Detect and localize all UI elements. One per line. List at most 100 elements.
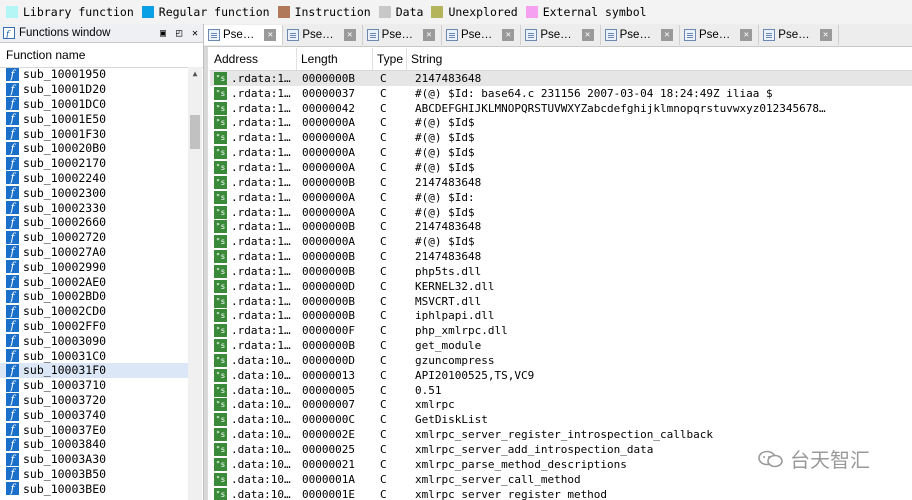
string-row[interactable]: "s .rdata:1… 00000037 C #(@) $Id: base64.c 2… <box>210 86 912 101</box>
string-row[interactable]: "s .rdata:1… 0000000A C #(@) $Id: <box>210 190 912 205</box>
string-row[interactable]: "s .data:10… 0000000D Cgzuncompress <box>210 353 912 368</box>
tab-pseudocode[interactable]: Pse… ✕ <box>759 25 839 45</box>
string-row[interactable]: "s .rdata:1… 0000000B C MSVCRT.dll <box>210 294 912 309</box>
function-list-item[interactable]: f sub_10002AE0 <box>0 274 188 289</box>
function-list-item[interactable]: f sub_10003A30 <box>0 452 188 467</box>
string-address: .rdata:1… <box>231 160 291 174</box>
string-value: #(@) $Id$ <box>415 146 475 160</box>
string-row[interactable]: "s .data:10… 0000000C C GetDiskList <box>210 412 912 427</box>
function-list-item[interactable]: f sub_10001D20 <box>0 82 188 97</box>
string-icon: "s <box>214 131 227 145</box>
function-name-column-header[interactable]: Function name <box>0 43 203 68</box>
function-list-item[interactable]: f sub_10002720 <box>0 230 188 245</box>
function-icon: f <box>6 349 19 363</box>
string-type: C <box>380 383 387 397</box>
tab-pseudocode[interactable]: Pse… ✕ <box>680 25 760 45</box>
function-list-item[interactable]: f sub_10003B50 <box>0 467 188 482</box>
string-row[interactable]: "s .rdata:1… 0000000A C #(@) $Id$ <box>210 234 912 249</box>
type-column-header[interactable]: Type <box>373 48 407 70</box>
close-icon[interactable]: ✕ <box>819 29 832 41</box>
string-row[interactable]: "s .data:10… 00000013 C API20100525,TS,VC9 <box>210 368 912 383</box>
string-row[interactable]: "s .data:10… 0000002E Cxmlrpc_server_regist… <box>210 427 912 442</box>
function-list-item[interactable]: f sub_10003090 <box>0 333 188 348</box>
tab-pseudocode[interactable]: Pse… ✕ <box>363 25 442 45</box>
function-list-item[interactable]: f sub_10003710 <box>0 378 188 393</box>
string-row[interactable]: "s .rdata:1… 0000000A C #(@) $Id$ <box>210 145 912 160</box>
function-list-item[interactable]: f sub_100020B0 <box>0 141 188 156</box>
string-address: .rdata:1… <box>231 309 291 323</box>
function-icon: f <box>6 82 19 96</box>
string-row[interactable]: "s .rdata:1… 0000000A C #(@) $Id$ <box>210 130 912 145</box>
function-list-item[interactable]: f sub_10002990 <box>0 259 188 274</box>
address-column-header[interactable]: Address <box>210 48 297 70</box>
string-length: 0000000A <box>302 116 355 130</box>
string-row[interactable]: "s .data:10… 0000001E Cxmlrpc_server_regist… <box>210 487 912 500</box>
string-row[interactable]: "s .rdata:1… 0000000D C KERNEL32.dll <box>210 279 912 294</box>
close-icon[interactable]: ✕ <box>502 29 515 41</box>
string-row[interactable]: "s .rdata:1… 0000000F Cphp_xmlrpc.dll <box>210 323 912 338</box>
function-list-item[interactable]: f sub_100031F0 <box>0 362 188 378</box>
tab-pseudocode[interactable]: Pse… ✕ <box>521 25 601 45</box>
function-list-item[interactable]: f sub_10001E50 <box>0 111 188 126</box>
string-row[interactable]: "s .rdata:1… 00000042 C ABCDEFGHIJKLMNOPQRST… <box>210 101 912 116</box>
string-row[interactable]: "s .rdata:1… 0000000B Cphp5ts.dll <box>210 264 912 279</box>
string-row[interactable]: "s .rdata:1… 0000000B Ciphlpapi.dll <box>210 309 912 324</box>
function-list-item[interactable]: f sub_10003720 <box>0 393 188 408</box>
function-list-item[interactable]: f sub_10002FF0 <box>0 319 188 334</box>
string-row[interactable]: "s .rdata:1… 0000000A C #(@) $Id$ <box>210 116 912 131</box>
string-row[interactable]: "s .rdata:1… 0000000B Cget_module <box>210 338 912 353</box>
function-list-item[interactable]: f sub_100031C0 <box>0 348 188 363</box>
tab-pseudocode[interactable]: Pse… ✕ <box>283 25 363 45</box>
tab-bar: Pse… ✕ Pse… ✕ Pse… ✕ Pse… ✕ Pse… ✕ Pse… ✕ Pse… ✕ Pse… ✕ <box>204 24 912 47</box>
legend-item: Regular function <box>141 5 270 19</box>
string-row[interactable]: "s .rdata:1… 0000000B C 2147483648 <box>210 71 912 86</box>
string-row[interactable]: "s .data:10… 00000007 Cxmlrpc <box>210 398 912 413</box>
length-column-header[interactable]: Length <box>297 48 373 70</box>
close-icon[interactable]: ✕ <box>422 29 435 41</box>
function-list-item[interactable]: f sub_100037E0 <box>0 422 188 437</box>
string-column-header[interactable]: String <box>407 48 912 70</box>
string-row[interactable]: "s .rdata:1… 0000000B C 2147483648 <box>210 219 912 234</box>
function-name: sub_10003720 <box>23 392 107 407</box>
function-list-item[interactable]: f sub_10002240 <box>0 171 188 186</box>
close-icon[interactable]: ✕ <box>740 29 753 41</box>
function-list-item[interactable]: f sub_100027A0 <box>0 245 188 260</box>
function-list-item[interactable]: f sub_10002330 <box>0 200 188 215</box>
string-row[interactable]: "s .data:10… 0000001A Cxmlrpc_server_call_m… <box>210 472 912 487</box>
string-row[interactable]: "s .rdata:1… 0000000B C 2147483648 <box>210 175 912 190</box>
string-value: php5ts.dll <box>415 264 482 278</box>
string-row[interactable]: "s .rdata:1… 0000000A C #(@) $Id$ <box>210 205 912 220</box>
function-list-item[interactable]: f sub_10002170 <box>0 156 188 171</box>
function-list-item[interactable]: f sub_10002660 <box>0 215 188 230</box>
string-row[interactable]: "s .rdata:1… 0000000B C 2147483648 <box>210 249 912 264</box>
function-name: sub_10002720 <box>23 230 107 245</box>
string-length: 0000000C <box>302 413 355 427</box>
tab-pseudocode[interactable]: Pse… ✕ <box>442 25 522 45</box>
close-icon[interactable]: ✕ <box>343 29 356 41</box>
tab-pseudocode[interactable]: Pse… ✕ <box>204 25 284 45</box>
function-list-item[interactable]: f sub_10002CD0 <box>0 304 188 319</box>
tab-pseudocode[interactable]: Pse… ✕ <box>601 25 680 45</box>
function-list-item[interactable]: f sub_10002300 <box>0 185 188 200</box>
pane-splitter[interactable] <box>204 47 208 500</box>
scroll-up-icon[interactable]: ▲ <box>188 69 202 78</box>
float-icon[interactable]: ◰ <box>171 28 187 39</box>
function-list-item[interactable]: f sub_10001DC0 <box>0 97 188 112</box>
close-icon[interactable]: ✕ <box>264 29 277 41</box>
function-list-item[interactable]: f sub_10002BD0 <box>0 289 188 304</box>
function-list-item[interactable]: f sub_10003840 <box>0 437 188 452</box>
restore-icon[interactable]: ▣ <box>155 28 171 39</box>
close-icon[interactable]: ✕ <box>660 29 673 41</box>
function-list-item[interactable]: f sub_10001950 <box>0 67 188 82</box>
function-list-item[interactable]: f sub_10003740 <box>0 407 188 422</box>
string-length: 00000037 <box>302 86 355 100</box>
scrollbar-thumb[interactable] <box>190 115 200 149</box>
function-list-item[interactable]: f sub_10001F30 <box>0 126 188 141</box>
function-list-scrollbar[interactable]: ▲ <box>188 67 202 500</box>
function-list-item[interactable]: f sub_10003BE0 <box>0 481 188 496</box>
close-icon[interactable]: ✕ <box>581 29 594 41</box>
close-icon[interactable]: ✕ <box>187 28 203 39</box>
function-name: sub_10003090 <box>23 333 107 348</box>
string-row[interactable]: "s .data:10… 00000005 C 0.51 <box>210 383 912 398</box>
string-row[interactable]: "s .rdata:1… 0000000A C #(@) $Id$ <box>210 160 912 175</box>
